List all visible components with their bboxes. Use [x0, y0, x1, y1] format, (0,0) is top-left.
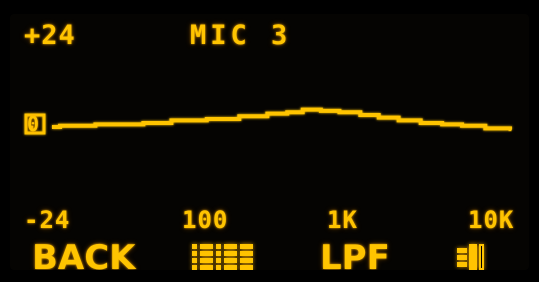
zero-marker: 0 — [27, 112, 41, 136]
eq-data-point — [483, 126, 487, 130]
eq-data-point — [508, 128, 512, 132]
channel-title: MIC 3 — [190, 20, 292, 51]
eq-data-point — [285, 110, 289, 114]
eq-data-point — [205, 117, 209, 121]
back-softkey[interactable]: BACK — [32, 238, 136, 270]
eq-bands-icon[interactable] — [192, 244, 253, 270]
eq-data-point — [440, 122, 444, 126]
eq-data-point — [319, 109, 323, 113]
eq-data-point — [126, 122, 130, 126]
eq-data-point — [237, 114, 241, 118]
lpf-softkey[interactable]: LPF — [320, 238, 390, 270]
eq-response-curve — [52, 107, 512, 131]
speaker-icon[interactable] — [457, 244, 484, 270]
eq-data-point — [169, 118, 173, 122]
eq-data-point — [397, 118, 401, 122]
eq-data-point — [358, 113, 362, 117]
freq-label-10k: 10K — [468, 206, 515, 234]
eq-data-point — [419, 121, 423, 125]
eq-data-point — [93, 122, 97, 126]
eq-data-point — [58, 124, 62, 128]
gain-min-label: -24 — [24, 206, 71, 234]
eq-data-point — [377, 116, 381, 120]
eq-graph — [24, 34, 512, 219]
eq-data-point — [337, 110, 341, 114]
freq-label-100: 100 — [182, 206, 229, 234]
eq-data-point — [301, 108, 305, 112]
eq-data-point — [460, 124, 464, 128]
eq-data-point — [141, 121, 145, 125]
oled-display: +24 MIC 3 0 -24 100 1K 10K BACK LPF — [10, 14, 529, 270]
gain-max-label: +24 — [24, 20, 76, 51]
eq-data-point — [265, 112, 269, 116]
freq-label-1k: 1K — [327, 206, 358, 234]
